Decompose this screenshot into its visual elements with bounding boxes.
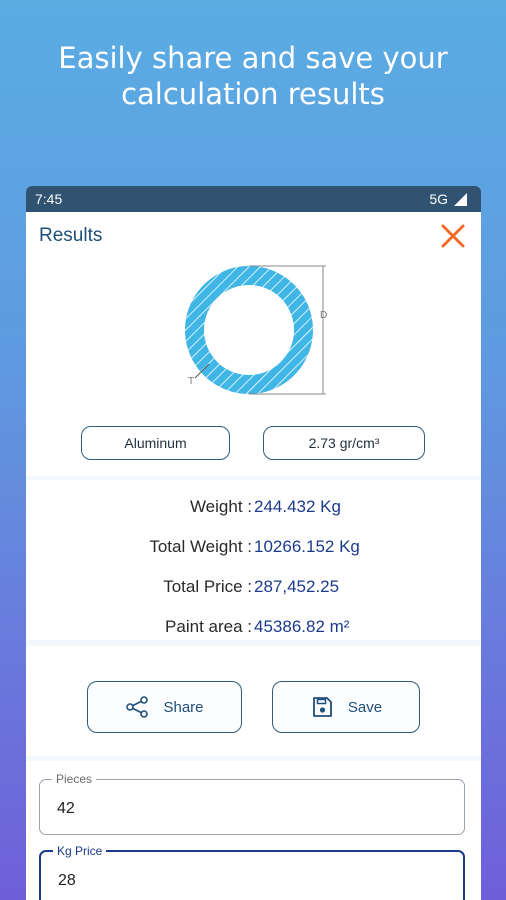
result-row-total-weight: Total Weight : 10266.152 Kg bbox=[26, 537, 481, 561]
result-row-total-price: Total Price : 287,452.25 bbox=[26, 577, 481, 601]
pipe-diagram: D T bbox=[184, 265, 327, 395]
thickness-label: T bbox=[188, 376, 194, 387]
results-card: Weight : 244.432 Kg Total Weight : 10266… bbox=[26, 480, 481, 640]
result-label: Total Weight : bbox=[149, 537, 252, 556]
save-label: Save bbox=[347, 698, 383, 716]
result-label: Weight : bbox=[189, 497, 252, 516]
kg-price-field[interactable]: Kg Price 28 bbox=[39, 844, 465, 900]
close-button[interactable] bbox=[439, 222, 467, 250]
page-title: Results bbox=[39, 225, 103, 246]
kg-price-value: 28 bbox=[58, 872, 76, 889]
diameter-label: D bbox=[320, 310, 327, 321]
status-time: 7:45 bbox=[35, 191, 63, 207]
inputs-card: Pieces 42 Kg Price 28 bbox=[26, 761, 481, 900]
promo-line-1: Easily share and save your bbox=[58, 41, 448, 75]
result-value: 244.432 Kg bbox=[254, 497, 341, 516]
pieces-value: 42 bbox=[57, 800, 75, 817]
result-label: Total Price : bbox=[163, 577, 252, 596]
result-row-weight: Weight : 244.432 Kg bbox=[26, 497, 481, 521]
status-indicators: 5G bbox=[429, 191, 467, 207]
promo-line-2: calculation results bbox=[121, 77, 385, 111]
share-label: Share bbox=[163, 698, 204, 716]
results-header-card: Results D T Aluminum 2.73 gr/cm³ bbox=[26, 212, 481, 476]
save-icon bbox=[312, 697, 332, 717]
result-row-paint-area: Paint area : 45386.82 m² bbox=[26, 617, 481, 641]
actions-card: Share Save bbox=[26, 646, 481, 756]
close-icon bbox=[441, 224, 465, 248]
result-label: Paint area : bbox=[165, 617, 252, 636]
result-value: 10266.152 Kg bbox=[254, 537, 360, 556]
promo-headline: Easily share and save your calculation r… bbox=[0, 40, 506, 112]
status-bar: 7:45 5G bbox=[26, 186, 481, 212]
pieces-field[interactable]: Pieces 42 bbox=[39, 772, 465, 835]
result-value: 287,452.25 bbox=[254, 577, 340, 596]
kg-price-label: Kg Price bbox=[53, 844, 107, 858]
save-button[interactable]: Save bbox=[272, 681, 420, 733]
density-chip[interactable]: 2.73 gr/cm³ bbox=[263, 426, 425, 460]
result-value: 45386.82 m² bbox=[254, 617, 350, 636]
network-type: 5G bbox=[429, 191, 448, 207]
pipe-ring bbox=[184, 266, 313, 394]
phone-screen: 7:45 5G Results D T Aluminum 2.73 gr/cm³… bbox=[26, 186, 481, 900]
share-icon bbox=[126, 696, 149, 718]
pieces-label: Pieces bbox=[52, 772, 97, 786]
material-chip[interactable]: Aluminum bbox=[81, 426, 230, 460]
signal-icon bbox=[454, 192, 467, 206]
share-button[interactable]: Share bbox=[87, 681, 242, 733]
